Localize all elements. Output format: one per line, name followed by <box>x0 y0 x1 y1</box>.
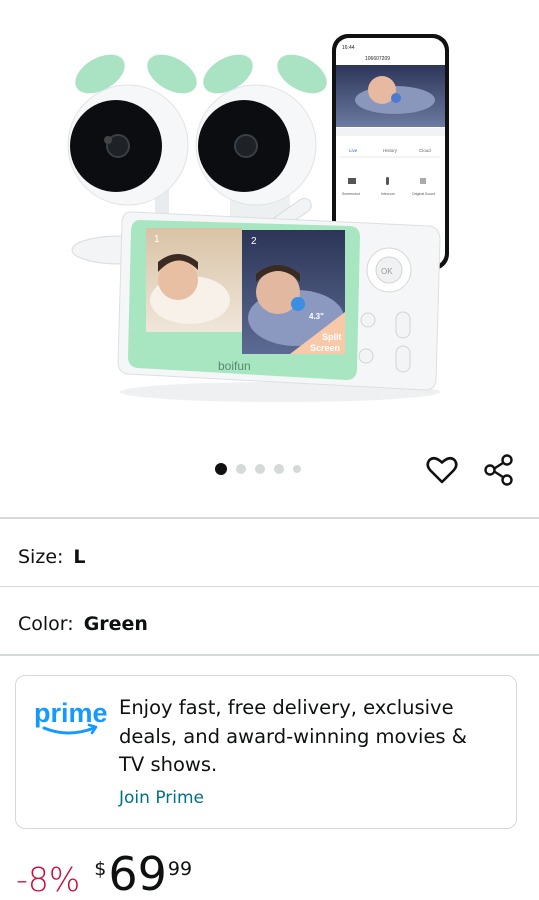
discount-percent: -8% <box>16 860 81 899</box>
svg-text:Original Sound: Original Sound <box>412 192 435 196</box>
price-whole: 69 <box>108 847 167 900</box>
svg-text:OK: OK <box>381 267 393 276</box>
price-fraction: 99 <box>167 858 193 880</box>
svg-text:History: History <box>383 148 398 153</box>
size-label: Size: <box>18 546 64 568</box>
join-prime-link[interactable]: Join Prime <box>119 788 204 808</box>
color-selector[interactable]: Color: Green <box>18 609 148 639</box>
carousel-dot[interactable] <box>293 465 301 473</box>
svg-text:prime: prime <box>34 698 108 728</box>
prime-message-line: Enjoy fast, free delivery, exclusive <box>119 696 454 719</box>
prime-promo-card: prime Enjoy fast, free delivery, exclusi… <box>15 675 517 829</box>
svg-text:Intercom: Intercom <box>381 192 395 196</box>
price-block: -8% $ 69 99 <box>16 848 192 900</box>
svg-text:Cloud: Cloud <box>419 148 431 153</box>
svg-text:Screenshot: Screenshot <box>342 192 360 196</box>
camera-2 <box>195 54 327 224</box>
carousel-dot[interactable] <box>274 464 284 474</box>
prime-message-line: deals, and award-winning movies & <box>119 724 468 748</box>
size-value: L <box>73 546 86 568</box>
price: $ 69 99 <box>94 848 192 900</box>
svg-text:16:44: 16:44 <box>342 45 355 51</box>
svg-text:1: 1 <box>154 234 160 245</box>
section-divider <box>0 517 539 519</box>
carousel-dot[interactable] <box>236 464 246 474</box>
product-image[interactable]: 16:44 106607209 Live History Cloud Scree… <box>0 0 539 450</box>
share-icon[interactable] <box>482 453 516 487</box>
carousel-dot-active[interactable] <box>215 463 227 475</box>
color-value: Green <box>83 613 148 635</box>
carousel-indicator <box>215 462 301 476</box>
carousel-dot[interactable] <box>255 464 265 474</box>
prime-message: Enjoy fast, free delivery, exclusive dea… <box>119 694 504 780</box>
currency-symbol: $ <box>94 858 107 880</box>
svg-text:106607209: 106607209 <box>365 56 390 62</box>
svg-text:boifun: boifun <box>218 359 251 373</box>
heart-icon[interactable] <box>425 453 459 487</box>
svg-text:Screen: Screen <box>310 343 340 353</box>
product-illustration: 16:44 106607209 Live History Cloud Scree… <box>67 34 449 402</box>
prime-logo: prime <box>34 696 109 740</box>
svg-text:2: 2 <box>251 236 257 247</box>
svg-text:4.3": 4.3" <box>309 312 324 321</box>
baby-monitor: 4.3" Split Screen 1 2 boifun OK <box>117 211 441 402</box>
row-divider <box>0 586 539 587</box>
prime-message-line: TV shows. <box>119 753 218 776</box>
svg-text:Live: Live <box>349 148 358 153</box>
size-selector[interactable]: Size: L <box>18 542 86 572</box>
color-label: Color: <box>18 613 74 635</box>
svg-text:Split: Split <box>322 332 342 342</box>
section-divider <box>0 654 539 656</box>
